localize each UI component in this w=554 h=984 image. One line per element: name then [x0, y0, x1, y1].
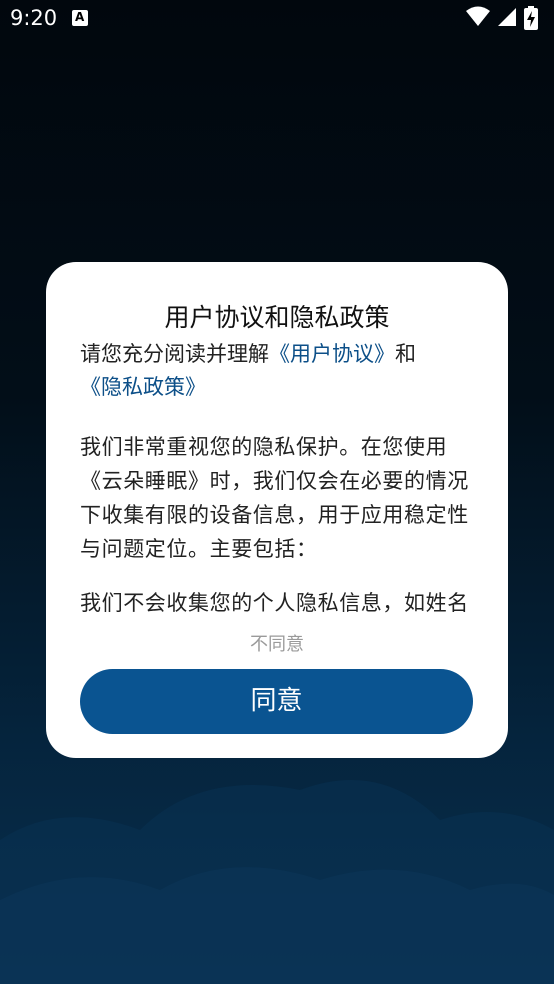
status-time: 9:20 [10, 6, 58, 30]
agree-button[interactable]: 同意 [80, 669, 473, 734]
disagree-button[interactable]: 不同意 [46, 630, 508, 656]
body-paragraph: 我们非常重视您的隐私保护。在您使用《云朵睡眠》时，我们仅会在必要的情况下收集有限… [80, 435, 469, 561]
status-icons [466, 6, 546, 30]
notification-icon-letter: A [75, 10, 85, 24]
user-agreement-link[interactable]: 《用户协议》 [269, 342, 395, 366]
dialog-title: 用户协议和隐私政策 [164, 303, 390, 332]
intro-text: 请您充分阅读并理解 [80, 342, 269, 366]
battery-charging-icon [524, 6, 538, 30]
background-clouds [0, 780, 554, 984]
dialog-intro: 请您充分阅读并理解《用户协议》和 《隐私政策》 [80, 338, 480, 404]
wifi-icon [466, 6, 490, 26]
notification-app-icon: A [72, 10, 88, 26]
intro-and-text: 和 [395, 342, 416, 366]
body-paragraph: 我们不会收集您的个人隐私信息，如姓名 [80, 591, 469, 614]
dialog-body-scroll[interactable]: 我们非常重视您的隐私保护。在您使用《云朵睡眠》时，我们仅会在必要的情况下收集有限… [80, 430, 480, 614]
status-bar: 9:20 A [0, 0, 554, 38]
cell-signal-icon [498, 8, 516, 26]
privacy-dialog: 用户协议和隐私政策 请您充分阅读并理解《用户协议》和 《隐私政策》 我们非常重视… [46, 262, 508, 758]
privacy-policy-link[interactable]: 《隐私政策》 [80, 375, 206, 399]
